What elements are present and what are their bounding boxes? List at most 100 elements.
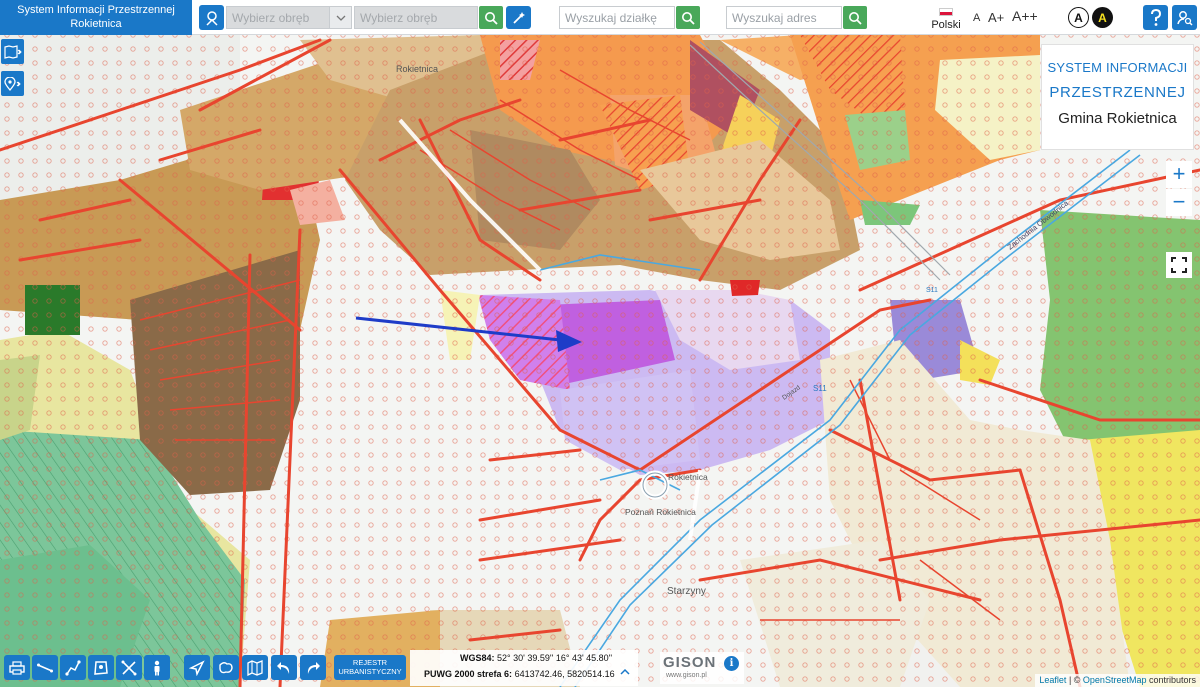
shape-icon [219,661,233,673]
street-view-button[interactable] [144,655,170,680]
obreb-select[interactable]: Wybierz obręb [226,6,330,29]
wand-icon [512,11,525,24]
locate-me-button[interactable] [184,655,210,680]
obreb-input-placeholder: Wybierz obręb [360,11,438,25]
fullscreen-button[interactable] [1166,252,1192,278]
fullscreen-icon [1171,257,1187,273]
undo-button[interactable] [271,655,297,680]
map-label-s11b: S11 [926,287,938,294]
map-label-rokietnica-center: Rokietnica [668,472,708,482]
wgs-value: 52° 30' 39.59'' 16° 43' 45.80'' [497,653,613,663]
area-icon [94,660,108,675]
map-icon [247,659,263,676]
undo-icon [277,661,290,674]
gison-url: www.gison.pl [666,672,707,679]
zoom-in-button[interactable]: + [1166,161,1192,188]
coords-puwg: PUWG 2000 strefa 6: 6413742.46, 5820514.… [424,669,615,679]
obreb-select-arrow[interactable] [329,6,352,29]
map-attribution: Leaflet | © OpenStreetMap contributors [1035,674,1200,687]
location-pin-icon [3,76,21,91]
coordinates-panel: WGS84: 52° 30' 39.59'' 16° 43' 45.80'' P… [410,650,638,686]
parcel-identify-button[interactable] [199,5,224,30]
map-label-rokietnica-n: Rokietnica [396,64,438,74]
map-label-poznan-rokietnica: Poznań Rokietnica [625,507,696,517]
info-box: SYSTEM INFORMACJI PRZESTRZENNEJ Gmina Ro… [1041,44,1194,150]
map-label-s11: S11 [813,384,827,393]
clear-icon [121,660,137,675]
measure-path-button[interactable] [60,655,86,680]
flag-pl-icon [939,8,953,16]
contrast-normal-button[interactable]: A [1068,7,1089,28]
language-label: Polski [931,19,961,31]
rejestr-line1: REJESTR [352,658,388,667]
rejestr-urbanistyczny-button[interactable]: REJESTR URBANISTYCZNY [334,655,406,680]
contrast-high-button[interactable]: A [1092,7,1113,28]
app-title-line2: Rokietnica [70,18,122,30]
attribution-suffix: contributors [1146,675,1196,685]
contrast-normal-label: A [1074,10,1083,25]
coords-wgs: WGS84: 52° 30' 39.59'' 16° 43' 45.80'' [460,653,612,663]
layers-panel-button[interactable] [1,39,24,64]
contrast-high-label: A [1098,10,1107,25]
app-title-line1: System Informacji Przestrzennej [17,4,175,16]
search-icon [849,11,862,25]
coords-toggle-chevron-icon[interactable] [620,667,630,678]
adres-search-input[interactable]: Wyszukaj adres [726,6,842,29]
map-view[interactable]: Rokietnica Rokietnica Poznań Rokietnica … [0,0,1200,687]
question-icon [1150,8,1161,26]
map-layers-icon [3,44,22,59]
obreb-search-button[interactable] [479,6,503,29]
navigation-arrow-icon [189,659,205,676]
search-icon [682,11,695,25]
draw-shape-button[interactable] [213,655,239,680]
print-button[interactable] [4,655,30,680]
attribution-separator: | © [1066,675,1083,685]
user-button[interactable] [1172,5,1197,30]
adres-placeholder: Wyszukaj adres [732,11,817,25]
rejestr-line2: URBANISTYCZNY [338,667,402,676]
search-icon [485,11,498,25]
basemap-button[interactable] [242,655,268,680]
obreb-input[interactable]: Wybierz obręb [354,6,478,29]
dzialka-placeholder: Wyszukaj działkę [565,11,657,25]
dzialka-search-button[interactable] [676,6,700,29]
path-icon [65,659,81,676]
locations-panel-button[interactable] [1,71,24,96]
info-icon[interactable]: i [724,656,739,671]
measure-distance-button[interactable] [32,655,58,680]
info-line1: SYSTEM INFORMACJI [1047,60,1188,75]
osm-link[interactable]: OpenStreetMap [1083,675,1147,685]
font-size-large-button[interactable]: A++ [1012,8,1038,24]
obreb-select-placeholder: Wybierz obręb [232,11,310,25]
clear-measure-button[interactable] [116,655,142,680]
chevron-down-icon [336,15,345,21]
map-canvas[interactable]: Rokietnica Rokietnica Poznań Rokietnica … [0,0,1200,687]
leaflet-link[interactable]: Leaflet [1039,675,1066,685]
gison-branding: GISON www.gison.pl i [660,652,744,684]
person-icon [154,660,160,675]
wgs-label: WGS84: [460,653,495,663]
measure-button[interactable] [506,6,531,29]
map-label-starzyny: Starzyny [667,586,706,597]
ruler-icon [37,663,53,672]
puwg-label: PUWG 2000 strefa 6: [424,669,513,679]
language-switch[interactable]: Polski [928,8,964,31]
info-line3: Gmina Rokietnica [1058,110,1177,127]
dzialka-search-input[interactable]: Wyszukaj działkę [559,6,675,29]
puwg-value: 6413742.46, 5820514.16 [514,669,615,679]
adres-search-button[interactable] [843,6,867,29]
redo-icon [307,661,320,674]
info-line2: PRZESTRZENNEJ [1049,84,1186,101]
top-toolbar: System Informacji Przestrzennej Rokietni… [0,0,1200,35]
printer-icon [9,660,25,675]
font-size-small-button[interactable]: A [973,12,980,24]
redo-button[interactable] [300,655,326,680]
zoom-out-button[interactable]: − [1166,189,1192,216]
user-search-icon [1176,10,1193,26]
app-title[interactable]: System Informacji Przestrzennej Rokietni… [0,0,192,35]
measure-area-button[interactable] [88,655,114,680]
identify-icon [205,10,218,26]
gison-logo: GISON [663,654,717,671]
help-button[interactable] [1143,5,1168,30]
font-size-medium-button[interactable]: A+ [988,10,1004,25]
